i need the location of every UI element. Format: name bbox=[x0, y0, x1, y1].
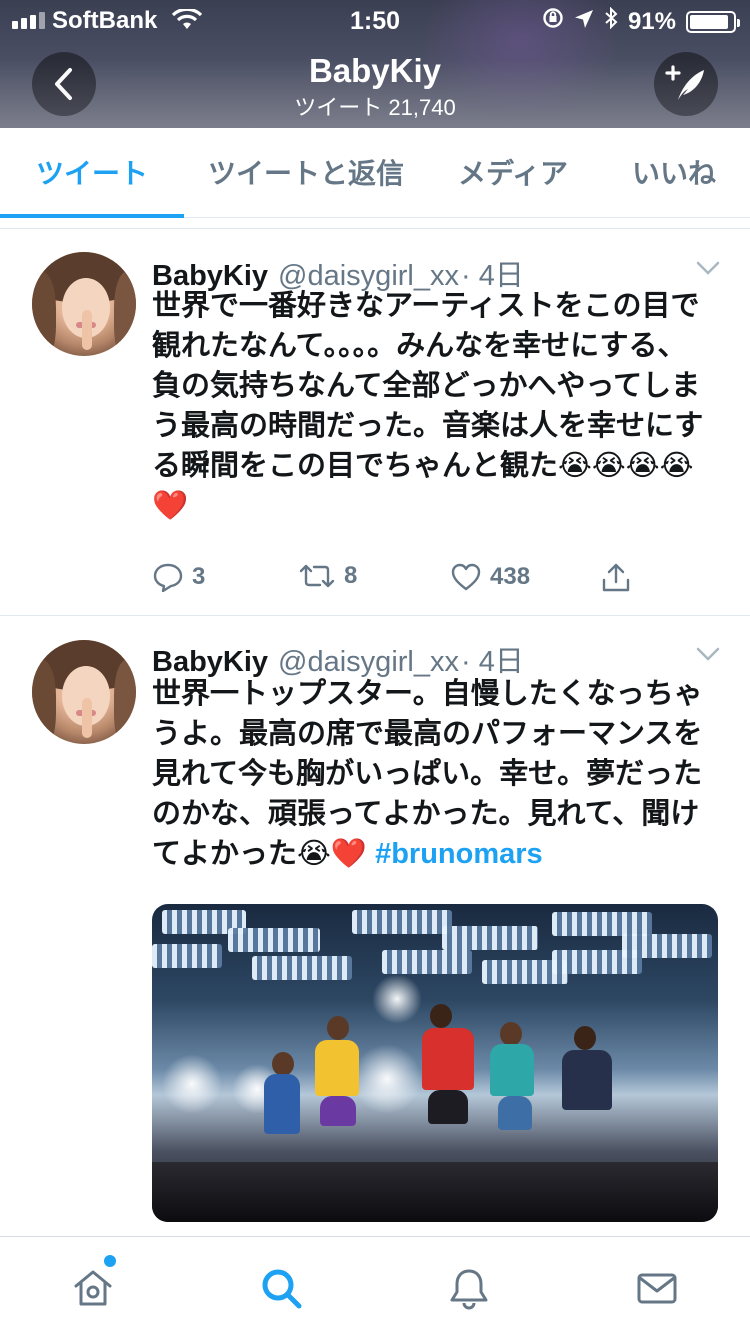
retweet-button[interactable]: 8 bbox=[298, 562, 357, 590]
chevron-down-icon[interactable] bbox=[696, 646, 720, 667]
search-tab[interactable] bbox=[258, 1265, 304, 1311]
bottom-tab-bar bbox=[0, 1236, 750, 1334]
hashtag-link[interactable]: #brunomars bbox=[375, 838, 543, 870]
notification-dot bbox=[104, 1255, 116, 1267]
share-button[interactable] bbox=[600, 562, 632, 594]
battery-icon bbox=[686, 10, 740, 33]
home-icon bbox=[74, 1270, 112, 1306]
tweet-text: 世界一トップスター。自慢したくなっちゃうよ。最高の席で最高のパフォーマンスを見れ… bbox=[152, 674, 712, 874]
tweet[interactable]: BabyKiy @daisygirl_xx · 4日 世界一トップスター。自慢し… bbox=[0, 616, 750, 1236]
avatar[interactable] bbox=[32, 640, 136, 744]
profile-tabs: ツイート ツイートと返信 メディア いいね bbox=[0, 128, 750, 218]
profile-name-title: BabyKiy bbox=[308, 52, 442, 89]
profile-header: SoftBank 1:50 91% BabyKiy ツイート 21,740 bbox=[0, 0, 750, 128]
divider bbox=[0, 228, 750, 229]
tab-tweets[interactable]: ツイート bbox=[0, 128, 184, 218]
retweet-count: 8 bbox=[344, 562, 358, 589]
heart-icon bbox=[451, 563, 481, 591]
tweet[interactable]: BabyKiy @daisygirl_xx · 4日 世界で一番好きなアーティス… bbox=[0, 230, 750, 616]
like-count: 438 bbox=[490, 563, 531, 590]
orientation-lock-icon bbox=[542, 7, 564, 36]
tweet-text: 世界で一番好きなアーティストをこの目で観れたなんて。。。。みんなを幸せにする、負… bbox=[152, 290, 704, 522]
reply-icon bbox=[153, 563, 183, 592]
like-button[interactable]: 438 bbox=[450, 562, 530, 592]
status-bar: SoftBank 1:50 91% bbox=[0, 0, 750, 40]
notifications-tab[interactable] bbox=[446, 1265, 492, 1311]
bluetooth-icon bbox=[604, 6, 618, 36]
tab-tweets-and-replies[interactable]: ツイートと返信 bbox=[184, 128, 428, 216]
messages-tab[interactable] bbox=[634, 1265, 680, 1311]
reply-count: 3 bbox=[192, 563, 206, 590]
location-icon bbox=[574, 8, 594, 36]
tweet-count: ツイート 21,740 bbox=[294, 95, 456, 120]
tweet-media-photo[interactable] bbox=[152, 904, 718, 1222]
chevron-down-icon[interactable] bbox=[696, 260, 720, 281]
avatar[interactable] bbox=[32, 252, 136, 356]
share-icon bbox=[602, 563, 630, 592]
home-tab[interactable] bbox=[70, 1255, 116, 1311]
tweet-actions: 3 8 438 bbox=[152, 562, 652, 602]
reply-button[interactable]: 3 bbox=[152, 562, 205, 592]
battery-percent: 91% bbox=[627, 7, 676, 35]
search-icon bbox=[262, 1269, 302, 1309]
retweet-icon bbox=[299, 564, 335, 588]
tab-likes[interactable]: いいね bbox=[598, 128, 750, 216]
tab-media[interactable]: メディア bbox=[428, 128, 598, 216]
mail-icon bbox=[637, 1273, 677, 1304]
bell-icon bbox=[450, 1269, 488, 1310]
